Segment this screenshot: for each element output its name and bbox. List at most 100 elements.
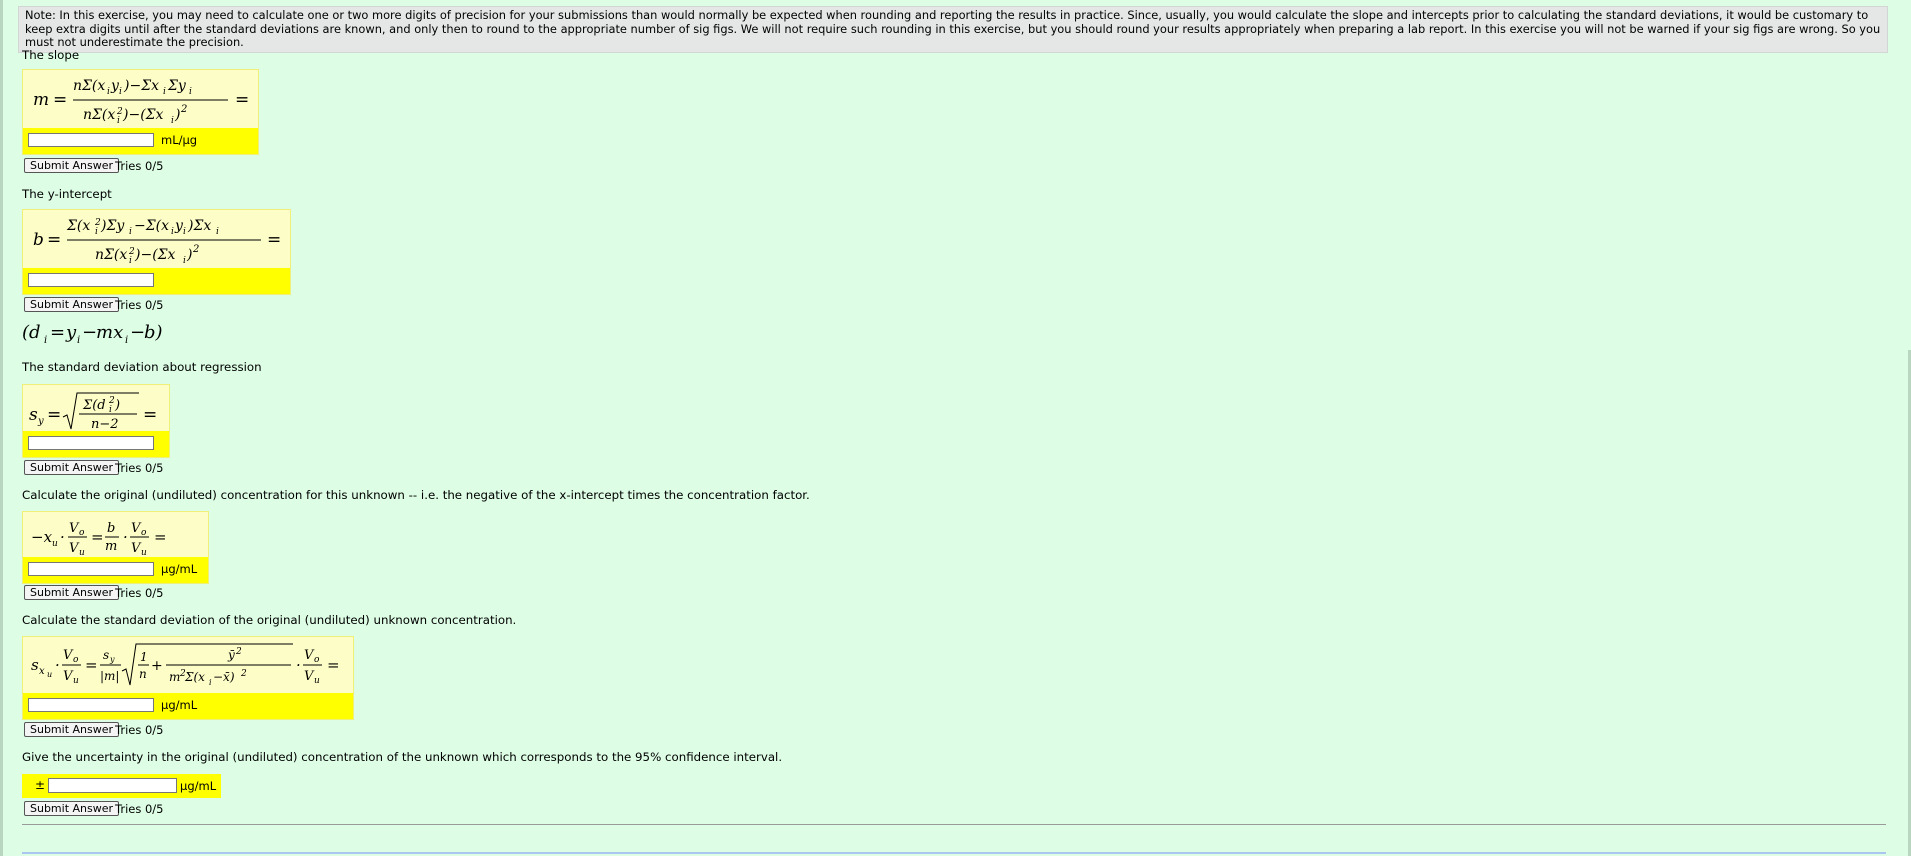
svg-text:m: m	[169, 670, 180, 684]
uncertainty-answer-bar: ± μg/mL	[22, 774, 221, 798]
uncertainty-unit: μg/mL	[180, 779, 217, 793]
svg-text:i: i	[77, 335, 80, 346]
svg-text:·: ·	[296, 656, 301, 674]
precision-note: Note: In this exercise, you may need to …	[18, 6, 1888, 53]
slope-formula: m = nΣ(x i y i)−Σx i Σy i nΣ(x 2i)−(Σx i) 2 =	[33, 78, 249, 126]
slope-label: The slope	[22, 48, 80, 62]
svg-text:n−2: n−2	[91, 417, 119, 432]
svg-text:nΣ(x: nΣ(x	[95, 247, 127, 263]
svg-text:ȳ: ȳ	[227, 648, 235, 662]
svg-text:nΣ(x: nΣ(x	[83, 107, 115, 123]
svg-text:=: =	[267, 230, 281, 250]
conc-label: Calculate the original (undiluted) conce…	[22, 488, 810, 502]
slope-answer-bar: mL/μg	[23, 128, 258, 154]
sy-submit-button[interactable]: Submit Answer	[24, 460, 120, 475]
svg-text:x: x	[39, 666, 45, 677]
svg-text:)Σy: )Σy	[100, 218, 125, 234]
uncertainty-tries: Tries 0/5	[115, 802, 164, 816]
svg-text:·: ·	[60, 528, 65, 546]
svg-text:i: i	[209, 678, 212, 687]
conc-formula: −x u · VoV u = bm · VoV u =	[31, 521, 167, 558]
svg-text:=: =	[47, 405, 61, 425]
svg-text:=: =	[327, 656, 340, 674]
svg-text:1: 1	[140, 650, 148, 664]
svg-text:u: u	[314, 676, 320, 686]
sd-formula: s x u· VoV u = s y|m| 1n + ȳ2 m 2 Σ(x i −x̄) 2 · …	[31, 643, 340, 687]
svg-text:)Σx: )Σx	[187, 218, 211, 234]
svg-text:mx: mx	[96, 322, 123, 343]
intercept-answer-bar	[23, 268, 290, 294]
plus-minus-prefix: ±	[35, 778, 46, 792]
svg-text:i: i	[216, 227, 219, 237]
sd-submit-button[interactable]: Submit Answer	[24, 722, 120, 737]
sd-formula-box: s x u · VoVu = s y |m| 1n + ȳ2 m 2 Σ(x i −x̄) 2 · …	[22, 636, 354, 720]
svg-text:y: y	[109, 655, 115, 664]
slope-tries: Tries 0/5	[115, 159, 164, 173]
svg-text:y: y	[65, 322, 77, 343]
svg-text:i: i	[119, 87, 122, 97]
conc-tries: Tries 0/5	[115, 586, 164, 600]
svg-text:−: −	[130, 322, 145, 343]
slope-formula-box: m = nΣ(x i y i)−Σx i Σy i nΣ(x 2 i)−(Σx i) 2 = mL/μ…	[22, 69, 259, 155]
svg-text:i: i	[129, 227, 132, 237]
svg-text:s: s	[29, 405, 38, 425]
svg-text:nΣ(x: nΣ(x	[73, 78, 105, 94]
uncertainty-answer-input[interactable]	[48, 778, 177, 793]
sy-formula-box: s y = Σ(d 2 i) n−2 =	[22, 384, 170, 458]
svg-text:·: ·	[123, 528, 128, 546]
sy-label: The standard deviation about regression	[22, 360, 262, 374]
sd-tries: Tries 0/5	[115, 723, 164, 737]
svg-text:m: m	[105, 539, 117, 554]
svg-text:2: 2	[235, 647, 242, 657]
svg-text:=: =	[53, 90, 67, 110]
svg-text:−x̄): −x̄)	[213, 670, 235, 684]
svg-text:−: −	[82, 322, 97, 343]
bottom-border	[22, 852, 1886, 854]
svg-text:i: i	[107, 87, 110, 97]
svg-text:2: 2	[192, 244, 199, 255]
conc-unit: μg/mL	[161, 562, 198, 576]
sy-answer-input[interactable]	[28, 436, 154, 450]
svg-text:2: 2	[240, 669, 247, 679]
intercept-label: The y-intercept	[22, 187, 112, 201]
intercept-answer-input[interactable]	[28, 273, 154, 287]
svg-text:u: u	[73, 676, 79, 686]
svg-text:i: i	[129, 256, 132, 266]
conc-submit-button[interactable]: Submit Answer	[24, 585, 120, 600]
slope-unit: mL/μg	[161, 133, 198, 147]
intercept-submit-button[interactable]: Submit Answer	[24, 297, 120, 312]
svg-text:2: 2	[180, 104, 187, 115]
uncertainty-submit-button[interactable]: Submit Answer	[24, 801, 120, 816]
svg-text:=: =	[85, 656, 98, 674]
intercept-formula-box: b = Σ(x 2 i)Σy i −Σ(x i y i)Σx i nΣ(x 2 i)−(Σx i) 2 =	[22, 209, 291, 295]
svg-text:b: b	[33, 230, 44, 250]
svg-text:b: b	[107, 521, 115, 536]
horizontal-divider	[22, 824, 1886, 825]
svg-text:+: +	[151, 658, 163, 674]
svg-text:=: =	[91, 528, 104, 546]
svg-text:i: i	[125, 335, 128, 346]
slope-answer-input[interactable]	[28, 133, 154, 147]
svg-text:): )	[114, 398, 120, 413]
svg-text:i: i	[183, 256, 186, 266]
svg-text:): )	[174, 107, 180, 123]
svg-text:Σy: Σy	[167, 78, 187, 94]
intercept-formula: b = Σ(x 2i)Σy i −Σ(x i y i)Σx i nΣ(x 2i)−(Σx i) 2 =	[33, 218, 281, 266]
svg-text:=: =	[154, 528, 167, 546]
svg-text:Σ(d: Σ(d	[82, 398, 106, 413]
svg-text:=: =	[47, 230, 61, 250]
conc-answer-input[interactable]	[28, 562, 154, 576]
svg-text:i: i	[189, 87, 192, 97]
slope-submit-button[interactable]: Submit Answer	[24, 158, 120, 173]
sd-answer-input[interactable]	[28, 698, 154, 712]
svg-text:u: u	[52, 539, 58, 549]
svg-text:i: i	[171, 116, 174, 126]
svg-text:=: =	[235, 90, 249, 110]
svg-text:): )	[186, 247, 192, 263]
svg-text:i: i	[183, 227, 186, 237]
uncertainty-label: Give the uncertainty in the original (un…	[22, 750, 783, 764]
svg-text:b): b)	[144, 322, 163, 343]
svg-text:Σ(x: Σ(x	[66, 218, 90, 234]
svg-text:=: =	[143, 405, 157, 425]
svg-text:i: i	[44, 335, 47, 346]
